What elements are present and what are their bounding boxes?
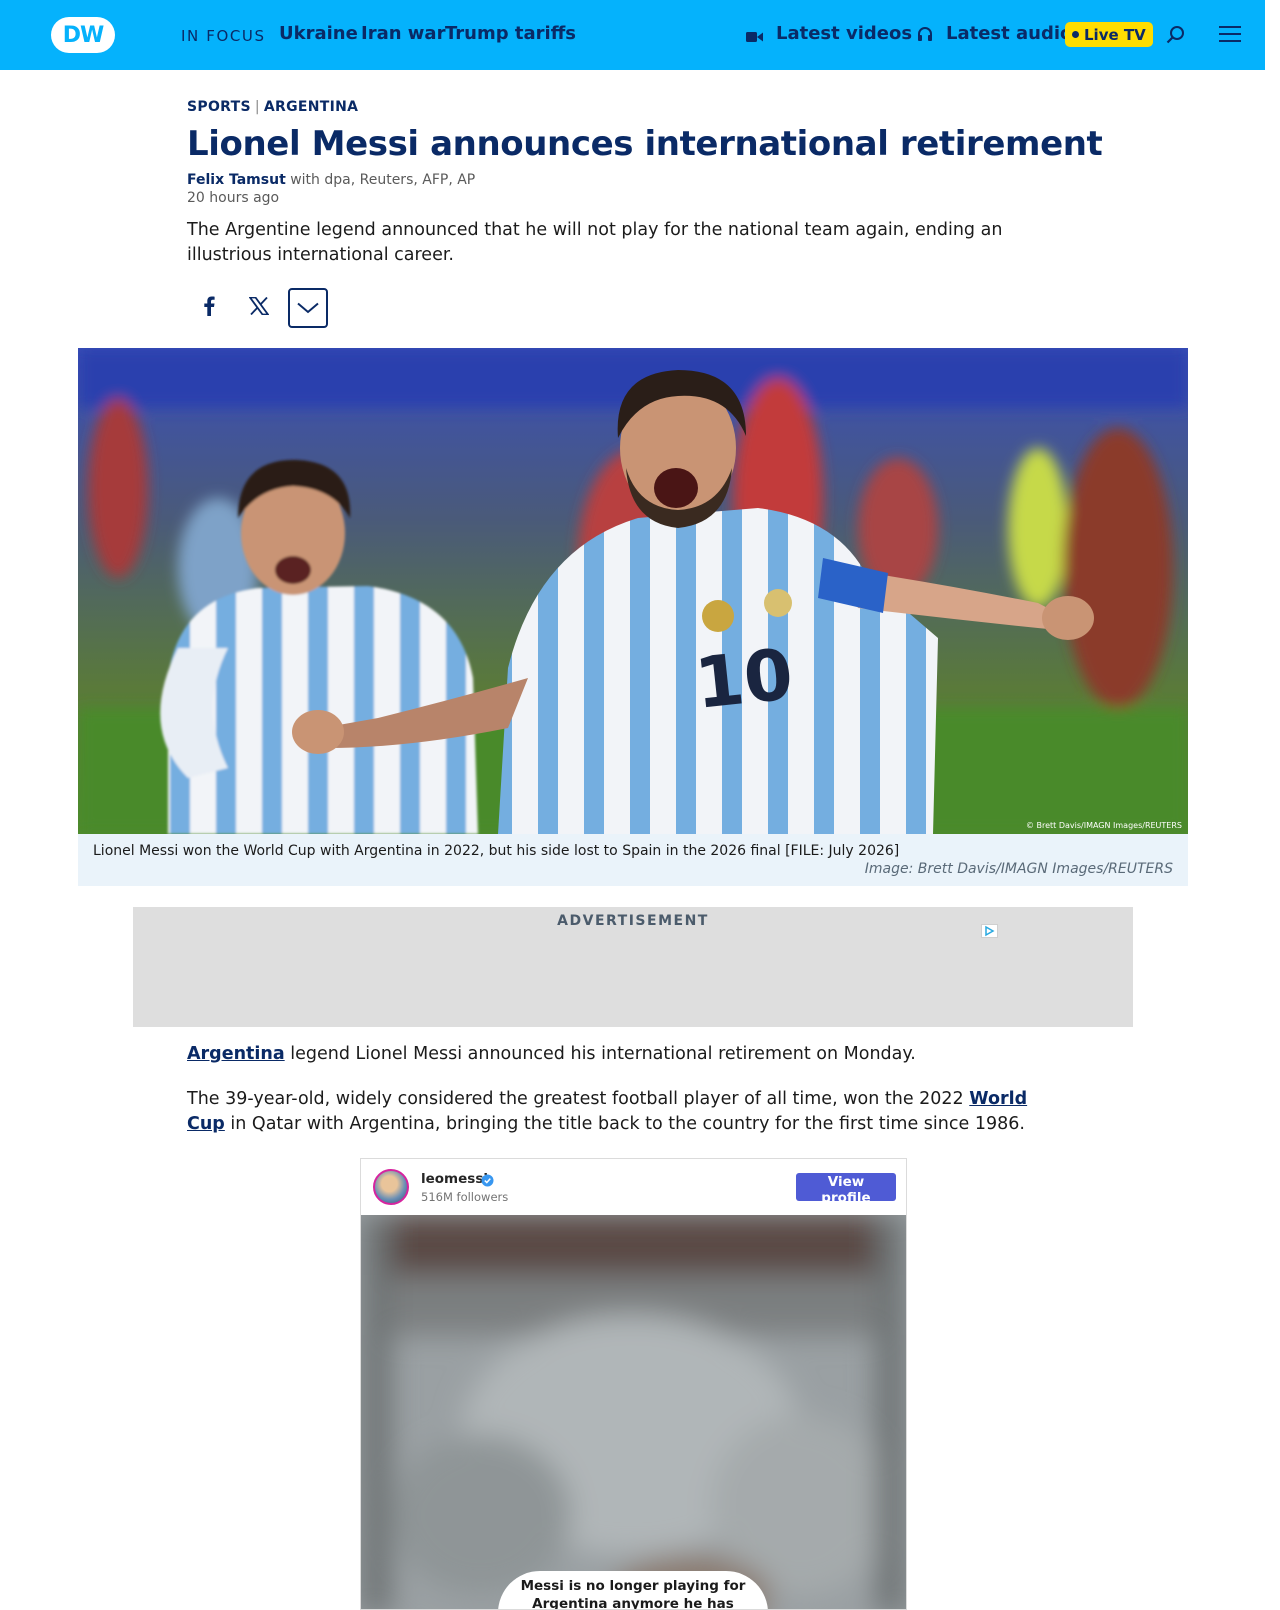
live-tv-label: Live TV [1084,25,1146,44]
facebook-share-button[interactable] [189,288,229,328]
search-icon[interactable] [1166,25,1185,48]
body-paragraph-1: Argentina legend Lionel Messi announced … [187,1042,1067,1067]
embed-header: leomessi 516M followers View profile [361,1159,906,1215]
topic-link-iran-war[interactable]: Iran war [361,23,445,44]
facebook-icon [203,296,215,320]
image-caption-box: Lionel Messi won the World Cup with Arge… [78,834,1188,886]
image-credit: Image: Brett Davis/IMAGN Images/REUTERS [864,861,1173,877]
body-paragraph-2: The 39-year-old, widely considered the g… [187,1087,1067,1137]
latest-videos-link[interactable]: Latest videos [776,23,912,44]
p2-text-start: The 39-year-old, widely considered the g… [187,1089,970,1109]
p2-text-end: in Qatar with Argentina, bringing the ti… [224,1114,1025,1134]
x-share-button[interactable] [239,288,279,328]
advertisement-slot[interactable]: ADVERTISEMENT [133,907,1133,1027]
x-icon [248,296,270,319]
image-watermark: © Brett Davis/IMAGN Images/REUTERS [1025,821,1182,830]
topic-link-trump-tariffs[interactable]: Trump tariffs [445,23,576,44]
verified-badge-icon [481,1172,494,1191]
p1-text: legend Lionel Messi announced his intern… [284,1044,916,1064]
live-dot-icon [1072,31,1079,38]
adchoices-icon[interactable] [981,923,998,938]
topic-link-ukraine[interactable]: Ukraine [279,23,358,44]
video-camera-icon [746,28,763,47]
kicker-section-link[interactable]: SPORTS [187,99,251,115]
latest-audio-link[interactable]: Latest audio [946,23,1072,44]
argentina-link[interactable]: Argentina [187,1044,285,1064]
avatar[interactable] [373,1169,409,1205]
dw-logo[interactable]: DW [51,17,115,53]
image-caption: Lionel Messi won the World Cup with Arge… [93,843,900,859]
instagram-embed: leomessi 516M followers View profile Mes… [360,1158,907,1610]
live-tv-button[interactable]: Live TV [1065,22,1153,47]
hamburger-menu-icon[interactable] [1219,25,1241,47]
author-link[interactable]: Felix Tamsut [187,172,286,188]
byline: Felix Tamsut with dpa, Reuters, AFP, AP [187,172,475,188]
more-share-button[interactable] [288,288,328,328]
post-text-bubble: Messi is no longer playing for Argentina… [498,1571,768,1610]
publish-time: 20 hours ago [187,190,280,206]
article-teaser: The Argentine legend announced that he w… [187,220,1003,265]
logo-text: DW [62,22,105,48]
kicker-topic-link[interactable]: ARGENTINA [264,99,358,115]
article-kicker: SPORTS | ARGENTINA [187,99,358,115]
kicker-divider: | [254,99,260,115]
hero-image: 10 © Brett Davis/IMAGN Images/REUTERS [78,348,1188,834]
article-title: Lionel Messi announces international ret… [187,124,1103,164]
headphones-icon [917,26,933,46]
svg-text:10: 10 [691,633,796,725]
instagram-handle[interactable]: leomessi [421,1171,488,1187]
chevron-down-icon [297,299,319,318]
view-profile-button[interactable]: View profile [796,1173,896,1206]
in-focus-label: IN FOCUS [181,27,266,45]
site-header: DW IN FOCUS Ukraine Iran war Trump tarif… [0,0,1265,70]
follower-count: 516M followers [421,1190,509,1204]
post-text: Messi is no longer playing for Argentina… [520,1578,746,1610]
instagram-post-media[interactable]: Messi is no longer playing for Argentina… [361,1215,906,1610]
agencies: with dpa, Reuters, AFP, AP [290,172,476,188]
